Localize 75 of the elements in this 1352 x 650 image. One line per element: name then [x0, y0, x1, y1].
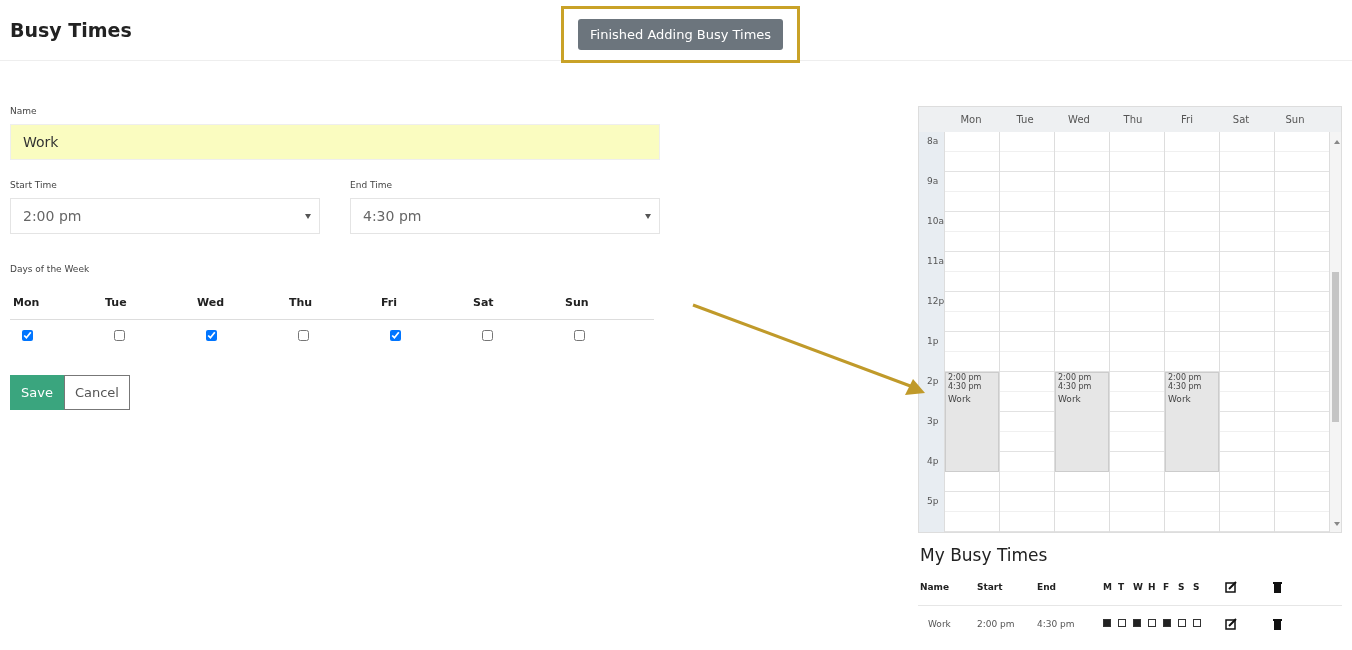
cancel-button[interactable]: Cancel [63, 375, 130, 410]
calendar-event[interactable]: 2:00 pm 4:30 pm Work [1055, 372, 1109, 472]
caret-icon [305, 213, 311, 219]
day-checkbox[interactable] [114, 330, 125, 341]
field-label: Days of the Week [10, 264, 91, 274]
page-title: Busy Times [10, 19, 132, 41]
day-checkbox[interactable] [1163, 619, 1171, 627]
day-header: Mon [960, 114, 982, 125]
column-header: H [1148, 582, 1157, 592]
day-header: Mon [13, 296, 40, 309]
day-header: Fri [1181, 114, 1193, 125]
table-cell-text: 2:00 pm [977, 619, 1016, 629]
field-label: End Time [350, 180, 393, 190]
column-header: W [1133, 582, 1144, 592]
table-cell-text: 4:30 pm [1037, 619, 1076, 629]
day-header: Tue [105, 296, 127, 309]
hour-label: 8a [927, 136, 939, 146]
day-header: Wed [1068, 114, 1090, 125]
table-cell-text: Work [927, 619, 952, 629]
scrollbar[interactable] [1329, 132, 1341, 532]
column-header: F [1163, 582, 1171, 592]
column-header: Name [919, 582, 951, 592]
calendar-event[interactable]: 2:00 pm 4:30 pm Work [945, 372, 999, 472]
day-checkbox[interactable] [1193, 619, 1201, 627]
day-header: Fri [381, 296, 397, 309]
day-checkbox[interactable] [574, 330, 585, 341]
day-header: Thu [1123, 114, 1143, 125]
day-header: Tue [1016, 114, 1034, 125]
day-checkbox[interactable] [1148, 619, 1156, 627]
day-header: Sun [1285, 114, 1305, 125]
day-checkbox[interactable] [1103, 619, 1111, 627]
day-checkbox[interactable] [390, 330, 401, 341]
day-header: Wed [197, 296, 225, 309]
column-header: End [1037, 582, 1057, 592]
calendar-event[interactable]: 2:00 pm 4:30 pm Work [1165, 372, 1219, 472]
hour-label: 10a [927, 216, 944, 226]
hour-label: 12p [927, 296, 945, 306]
day-checkbox[interactable] [22, 330, 33, 341]
day-checkbox[interactable] [298, 330, 309, 341]
day-header: Sat [1232, 114, 1250, 125]
trash-icon [1272, 581, 1282, 593]
column-header: T [1118, 582, 1126, 592]
field-label: Start Time [10, 180, 58, 190]
hour-label: 9a [927, 176, 939, 186]
scrollbar-thumb[interactable] [1332, 272, 1339, 422]
day-checkbox[interactable] [1133, 619, 1141, 627]
caret-icon [645, 213, 651, 219]
hour-label: 4p [927, 456, 939, 466]
hour-label: 1p [927, 336, 939, 346]
column-header: M [1103, 582, 1113, 592]
edit-icon [1225, 581, 1237, 593]
trash-icon[interactable] [1272, 618, 1282, 630]
scroll-down-icon[interactable] [1334, 522, 1340, 526]
hour-label: 3p [927, 416, 939, 426]
day-checkbox[interactable] [206, 330, 217, 341]
end-time-select[interactable]: 4:30 pm [350, 198, 660, 234]
column-header: S [1178, 582, 1186, 592]
finish-button[interactable]: Finished Adding Busy Times [578, 19, 784, 50]
day-checkbox[interactable] [482, 330, 493, 341]
start-time-select[interactable]: 2:00 pm [10, 198, 320, 234]
day-header: Sat [473, 296, 494, 309]
name-field[interactable]: Work [10, 124, 660, 160]
day-checkbox[interactable] [1118, 619, 1126, 627]
section-title: My Busy Times [920, 545, 1049, 565]
column-header: Start [977, 582, 1004, 592]
scroll-up-icon[interactable] [1334, 140, 1340, 144]
day-checkbox[interactable] [1178, 619, 1186, 627]
edit-icon[interactable] [1225, 618, 1237, 630]
hour-label: 2p [927, 376, 939, 386]
hour-label: 5p [927, 496, 939, 506]
column-header: S [1193, 582, 1201, 592]
field-label: Name [10, 106, 38, 116]
day-header: Sun [565, 296, 589, 309]
hour-label: 11a [927, 256, 944, 266]
day-header: Thu [289, 296, 313, 309]
